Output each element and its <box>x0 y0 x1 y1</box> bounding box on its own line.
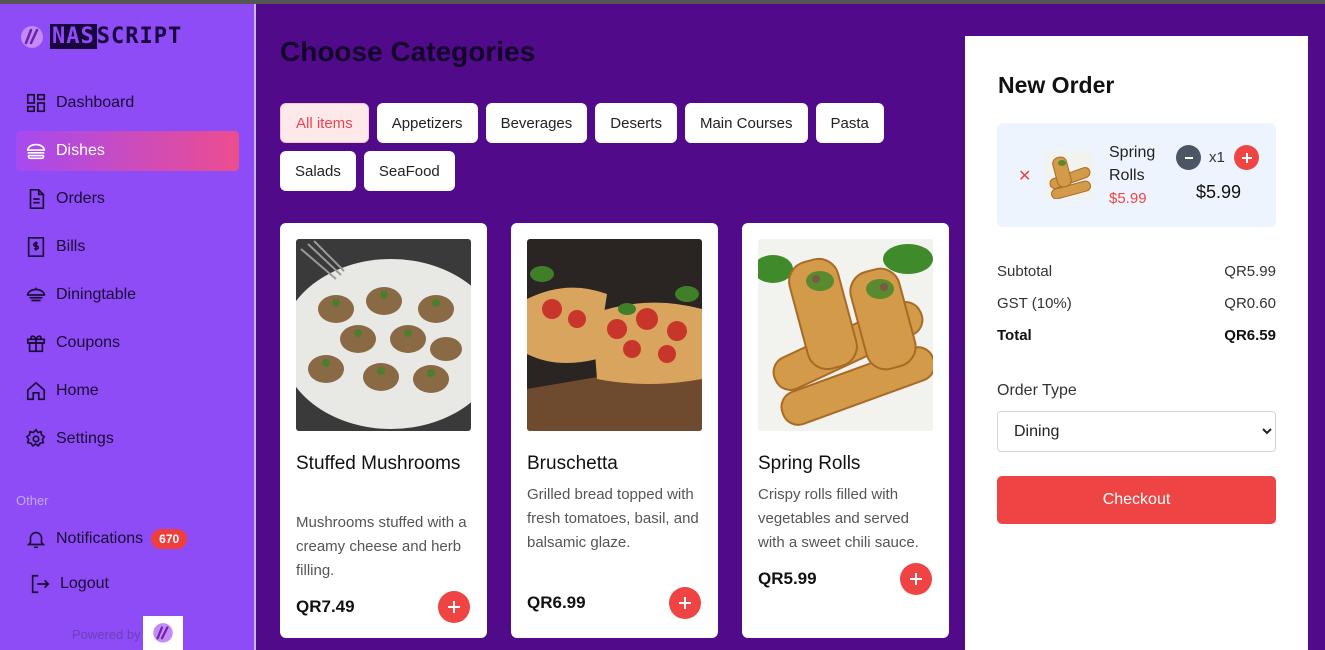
logout-label: Logout <box>60 575 109 592</box>
dish-image <box>296 239 471 431</box>
order-item-line-total: $5.99 <box>1196 182 1242 202</box>
bell-icon <box>26 531 46 549</box>
dish-image <box>758 239 933 431</box>
plus-icon <box>910 573 922 585</box>
total-label: Total <box>997 327 1032 344</box>
total-row: Total QR6.59 <box>997 327 1276 344</box>
dish-description: Mushrooms stuffed with a creamy cheese a… <box>296 514 467 579</box>
dish-name: Bruschetta <box>527 453 618 474</box>
section-label-other: Other <box>16 493 49 508</box>
order-type-select[interactable]: Dining <box>997 411 1276 452</box>
add-to-order-button[interactable] <box>438 591 470 623</box>
gst-value: QR0.60 <box>1224 295 1276 312</box>
category-main-courses[interactable]: Main Courses <box>684 103 808 143</box>
brand-name: NASSCRIPT <box>50 24 183 49</box>
sidebar-item-label: Coupons <box>56 334 121 351</box>
gift-icon <box>26 335 46 353</box>
dish-name: Stuffed Mushrooms <box>296 453 461 474</box>
sidebar-item-label: Bills <box>56 238 86 255</box>
sidebar-item-notifications[interactable]: Notifications 670 <box>16 519 239 559</box>
dish-card: Spring Rolls Crispy rolls filled with ve… <box>742 223 949 638</box>
sidebar-item-label: Dashboard <box>56 94 135 111</box>
sidebar-item-label: Home <box>56 382 99 399</box>
order-item-unit-price: $5.99 <box>1109 190 1147 207</box>
sidebar-item-label: Notifications <box>56 530 144 547</box>
sidebar-item-label: Dishes <box>56 142 105 159</box>
dish-price: QR5.99 <box>758 569 817 588</box>
sidebar-item-settings[interactable]: Settings <box>16 419 239 459</box>
order-item-image <box>1045 151 1093 199</box>
gear-icon <box>25 428 46 448</box>
diningtable-icon <box>26 287 46 302</box>
category-salads[interactable]: Salads <box>280 151 356 191</box>
powered-by-label: Powered by <box>72 626 141 642</box>
category-beverages[interactable]: Beverages <box>485 103 588 143</box>
total-value: QR6.59 <box>1224 327 1276 344</box>
sidebar-item-diningtable[interactable]: Diningtable <box>16 275 239 315</box>
powered-by-logo <box>142 616 183 650</box>
plus-icon <box>448 601 460 613</box>
plus-icon <box>1241 152 1252 163</box>
page-title: Choose Categories <box>280 36 536 67</box>
order-item-name: Spring Rolls <box>1109 144 1156 184</box>
bills-icon <box>27 237 45 257</box>
sidebar-item-label: Settings <box>56 430 114 447</box>
powered-by: Powered by <box>72 616 183 650</box>
category-deserts[interactable]: Deserts <box>595 103 677 143</box>
sidebar-nav: Dashboard Dishes Orders Bills Diningtabl… <box>16 83 239 467</box>
remove-item-button[interactable]: ✕ <box>1018 166 1031 186</box>
dish-card: Bruschetta Grilled bread topped with fre… <box>511 223 718 638</box>
checkout-button[interactable]: Checkout <box>997 476 1276 524</box>
subtotal-label: Subtotal <box>997 263 1053 280</box>
order-type-label: Order Type <box>997 382 1077 399</box>
gst-row: GST (10%) QR0.60 <box>997 295 1276 312</box>
sidebar-item-home[interactable]: Home <box>16 371 239 411</box>
order-item-quantity: x1 <box>1209 149 1225 166</box>
category-all-items[interactable]: All items <box>280 103 369 143</box>
sidebar-item-orders[interactable]: Orders <box>16 179 239 219</box>
sidebar-item-coupons[interactable]: Coupons <box>16 323 239 363</box>
sidebar-item-dashboard[interactable]: Dashboard <box>16 83 239 123</box>
add-to-order-button[interactable] <box>669 587 701 619</box>
orders-icon <box>29 189 45 209</box>
dish-description: Crispy rolls filled with vegetables and … <box>758 486 919 551</box>
category-seafood[interactable]: SeaFood <box>363 151 455 191</box>
dish-price: QR6.99 <box>527 593 586 612</box>
increase-quantity-button[interactable] <box>1234 145 1259 170</box>
category-appetizers[interactable]: Appetizers <box>376 103 478 143</box>
minus-icon <box>1184 156 1193 159</box>
dish-description: Grilled bread topped with fresh tomatoes… <box>527 486 699 551</box>
dish-name: Spring Rolls <box>758 453 861 474</box>
dish-card: Stuffed Mushrooms Mushrooms stuffed with… <box>280 223 487 638</box>
order-title: New Order <box>998 72 1115 98</box>
sidebar: NASSCRIPT Dashboard Dishes Orders Bills … <box>0 4 256 650</box>
logo-mark-icon <box>21 25 43 48</box>
logout-icon <box>31 574 50 594</box>
dish-price: QR7.49 <box>296 597 355 616</box>
sidebar-item-label: Diningtable <box>56 286 137 303</box>
logo-mark-icon <box>152 623 173 643</box>
dish-icon <box>26 143 46 160</box>
gst-label: GST (10%) <box>997 295 1072 312</box>
sidebar-item-label: Orders <box>56 190 105 207</box>
category-pasta[interactable]: Pasta <box>815 103 884 143</box>
notification-count-badge: 670 <box>151 529 188 549</box>
order-line-item: ✕ Spring Rolls $5.99 x1 $5.99 <box>997 123 1276 227</box>
sidebar-item-dishes[interactable]: Dishes <box>16 131 239 171</box>
order-panel: New Order ✕ Spring Rolls $5.99 x1 $5.99 … <box>965 36 1308 650</box>
dashboard-icon <box>26 93 46 113</box>
home-icon <box>26 381 46 401</box>
subtotal-value: QR5.99 <box>1224 263 1276 280</box>
decrease-quantity-button[interactable] <box>1176 145 1201 170</box>
logout-button[interactable]: Logout <box>20 564 239 604</box>
brand-logo[interactable]: NASSCRIPT <box>20 24 182 49</box>
add-to-order-button[interactable] <box>900 563 932 595</box>
plus-icon <box>679 597 691 609</box>
sidebar-item-bills[interactable]: Bills <box>16 227 239 267</box>
category-filters: All items Appetizers Beverages Deserts M… <box>280 103 940 191</box>
subtotal-row: Subtotal QR5.99 <box>997 263 1276 280</box>
dish-image <box>527 239 702 431</box>
